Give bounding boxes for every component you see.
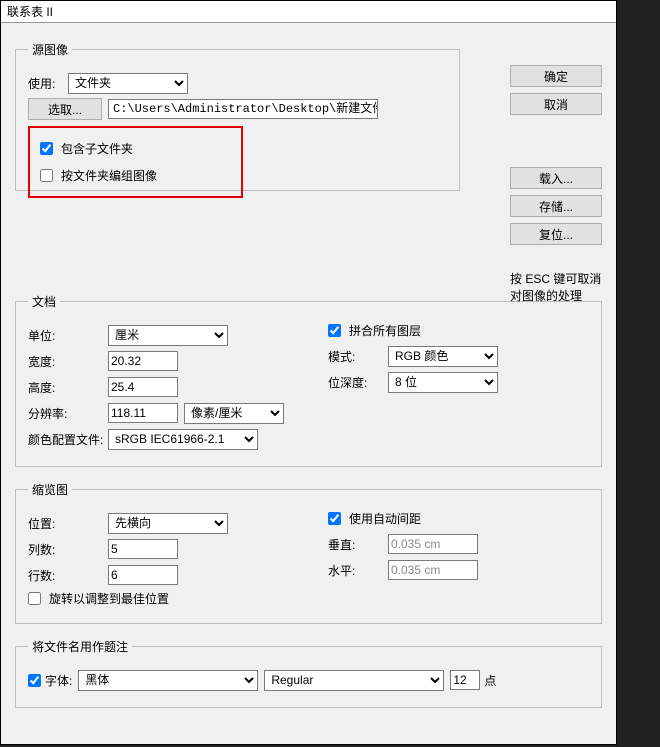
- width-label: 宽度:: [28, 353, 108, 370]
- rotate-label[interactable]: 旋转以调整到最佳位置: [49, 590, 169, 607]
- pt-label: 点: [484, 672, 496, 689]
- horizontal-label: 水平:: [328, 562, 388, 579]
- font-checkbox[interactable]: [28, 674, 41, 687]
- width-input[interactable]: [108, 351, 178, 371]
- resolution-unit-select[interactable]: 像素/厘米: [184, 403, 284, 424]
- title-bar: 联系表 II: [1, 1, 616, 23]
- thumbnails-legend: 缩览图: [28, 481, 72, 498]
- cancel-button[interactable]: 取消: [510, 93, 602, 115]
- placement-select[interactable]: 先横向: [108, 513, 228, 534]
- reset-button[interactable]: 复位...: [510, 223, 602, 245]
- load-button[interactable]: 载入...: [510, 167, 602, 189]
- side-button-column: 确定 取消 载入... 存储... 复位... 按 ESC 键可取消对图像的处理: [510, 65, 602, 305]
- thumbnails-group: 缩览图 位置: 先横向 列数: 行数:: [15, 481, 602, 624]
- content-area: 确定 取消 载入... 存储... 复位... 按 ESC 键可取消对图像的处理…: [1, 23, 616, 732]
- font-style-select[interactable]: Regular: [264, 670, 444, 691]
- unit-select[interactable]: 厘米: [108, 325, 228, 346]
- vertical-label: 垂直:: [328, 536, 388, 553]
- rows-input[interactable]: [108, 565, 178, 585]
- highlight-box: 包含子文件夹 按文件夹编组图像: [28, 126, 243, 198]
- color-profile-select[interactable]: sRGB IEC61966-2.1: [108, 429, 258, 450]
- auto-spacing-label[interactable]: 使用自动间距: [349, 510, 421, 527]
- depth-label: 位深度:: [328, 374, 388, 391]
- caption-group: 将文件名用作题注 字体: 黑体 Regular 点: [15, 638, 602, 708]
- include-subfolders-checkbox[interactable]: [40, 142, 53, 155]
- save-button[interactable]: 存储...: [510, 195, 602, 217]
- document-group: 文档 单位: 厘米 宽度: 高度: 分辨率: [15, 293, 602, 467]
- height-input[interactable]: [108, 377, 178, 397]
- source-image-group: 源图像 使用: 文件夹 选取... C:\Users\Administrator…: [15, 41, 460, 191]
- window-title: 联系表 II: [7, 5, 53, 19]
- rows-label: 行数:: [28, 567, 108, 584]
- rotate-checkbox[interactable]: [28, 592, 41, 605]
- path-display: C:\Users\Administrator\Desktop\新建文件夹: [108, 99, 378, 119]
- use-select[interactable]: 文件夹: [68, 73, 188, 94]
- caption-legend: 将文件名用作题注: [28, 638, 132, 655]
- use-label: 使用:: [28, 75, 68, 92]
- resolution-input[interactable]: [108, 403, 178, 423]
- dialog-window: 联系表 II 确定 取消 载入... 存储... 复位... 按 ESC 键可取…: [0, 0, 617, 745]
- profile-label: 颜色配置文件:: [28, 431, 108, 448]
- resolution-label: 分辨率:: [28, 405, 108, 422]
- bit-depth-select[interactable]: 8 位: [388, 372, 498, 393]
- auto-spacing-checkbox[interactable]: [328, 512, 341, 525]
- height-label: 高度:: [28, 379, 108, 396]
- font-family-select[interactable]: 黑体: [78, 670, 258, 691]
- esc-hint: 按 ESC 键可取消对图像的处理: [510, 271, 602, 305]
- browse-button[interactable]: 选取...: [28, 98, 102, 120]
- font-size-input[interactable]: [450, 670, 480, 690]
- columns-input[interactable]: [108, 539, 178, 559]
- horizontal-spacing: [388, 560, 478, 580]
- font-label[interactable]: 字体:: [45, 672, 72, 689]
- ok-button[interactable]: 确定: [510, 65, 602, 87]
- unit-label: 单位:: [28, 327, 108, 344]
- document-legend: 文档: [28, 293, 60, 310]
- columns-label: 列数:: [28, 541, 108, 558]
- flatten-label[interactable]: 拼合所有图层: [349, 322, 421, 339]
- group-by-folder-label[interactable]: 按文件夹编组图像: [61, 167, 157, 184]
- mode-select[interactable]: RGB 颜色: [388, 346, 498, 367]
- group-by-folder-checkbox[interactable]: [40, 169, 53, 182]
- placement-label: 位置:: [28, 515, 108, 532]
- source-legend: 源图像: [28, 41, 72, 58]
- mode-label: 模式:: [328, 348, 388, 365]
- include-subfolders-label[interactable]: 包含子文件夹: [61, 140, 133, 157]
- vertical-spacing: [388, 534, 478, 554]
- flatten-checkbox[interactable]: [328, 324, 341, 337]
